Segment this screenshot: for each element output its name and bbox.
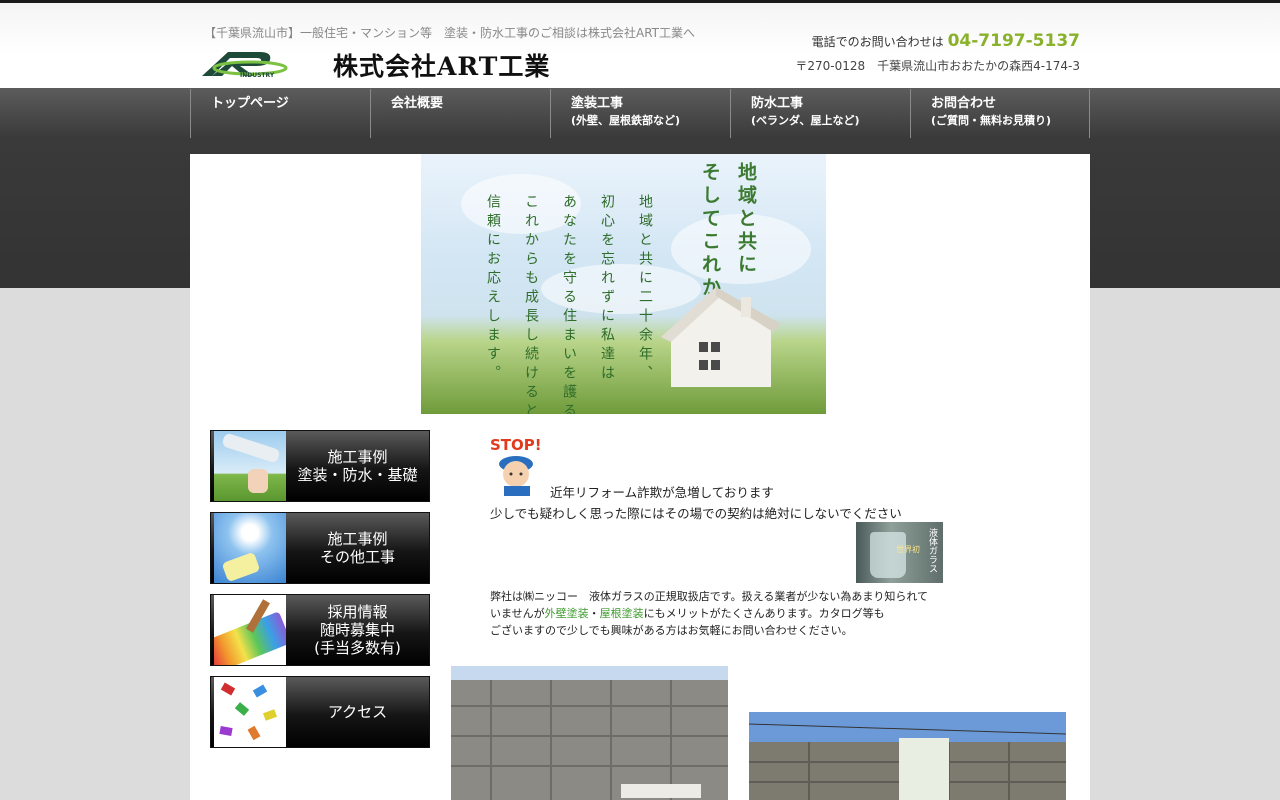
paragraph-line: ございますので少しでも興味がある方はお気軽にお問い合わせください。 (490, 624, 853, 637)
fraud-warning-line1: 近年リフォーム詐欺が急増しております (550, 485, 774, 500)
company-name: 株式会社ART工業 (333, 52, 551, 81)
logo-text: INDUSTRY (240, 72, 275, 79)
nav-item-sub: (外壁、屋根鉄部など) (571, 114, 681, 127)
glass-vertical-text: 液体ガラス (927, 528, 937, 573)
sidebar-item-recruit[interactable]: 採用情報 随時募集中 (手当多数有) (210, 594, 430, 666)
sidebar-item-label: 採用情報 随時募集中 (手当多数有) (314, 603, 401, 657)
paint-roller-sun-icon (214, 513, 286, 583)
nav-item-label: 塗装工事 (571, 96, 624, 111)
nav-item-label: お問合わせ (931, 96, 997, 111)
glass-small-text: 世界初 (896, 545, 920, 554)
paint-roller-sky-icon (214, 431, 286, 501)
nav-item-painting[interactable]: 塗装工事 (外壁、屋根鉄部など) (550, 89, 730, 138)
site-header: 【千葉県流山市】一般住宅・マンション等 塗装・防水工事のご相談は株式会社ART工… (0, 3, 1280, 88)
nav-item-label: 会社概要 (391, 96, 444, 111)
sidebar-item-label: アクセス (327, 703, 388, 721)
company-address: 〒270-0128 千葉県流山市おおたかの森西4-174-3 (795, 59, 1080, 73)
hero-text-line: 初心を忘れずに私達は (599, 194, 615, 384)
hero-text-line: 信頼にお応えします。 (485, 194, 501, 384)
hero-text-line: 地域と共に二十余年、 (637, 194, 653, 384)
nav-item-waterproofing[interactable]: 防水工事 (ベランダ、屋上など) (730, 89, 910, 138)
construction-photo[interactable] (749, 712, 1066, 800)
sidebar-item-access[interactable]: アクセス (210, 676, 430, 748)
nav-item-sub: (ご質問・無料お見積り) (931, 114, 1052, 127)
nav-item-label: トップページ (211, 96, 289, 111)
glass-jar-icon (870, 532, 906, 578)
site-tagline: 【千葉県流山市】一般住宅・マンション等 塗装・防水工事のご相談は株式会社ART工… (204, 26, 696, 40)
phone-label: 電話でのお問い合わせは (811, 35, 944, 49)
sidebar-item-label: 施工事例 その他工事 (319, 530, 395, 566)
stop-text: STOP! (490, 436, 542, 454)
paint-splash-icon (214, 677, 286, 747)
nav-item-top[interactable]: トップページ (190, 89, 370, 138)
liquid-glass-image[interactable]: 液体ガラス 世界初 (856, 522, 943, 583)
phone-number[interactable]: 04-7197-5137 (948, 31, 1080, 51)
hero-heading-line1: 地域と共に (735, 162, 757, 277)
nav-item-company[interactable]: 会社概要 (370, 89, 550, 138)
hero-text-line: あなたを守る住まいを護る為 (561, 194, 577, 414)
hero-text-line: これからも成長し続けると共に (523, 194, 539, 414)
paragraph-separator: ・ (588, 607, 600, 620)
stop-warning-icon: STOP! (490, 436, 542, 496)
nav-item-sub: (ベランダ、屋上など) (751, 114, 860, 127)
hero-banner: 地域と共に そしてこれからも… 地域と共に二十余年、 初心を忘れずに私達は あな… (421, 154, 826, 414)
paragraph-line: 弊社は㈱ニッコー 液体ガラスの正規取扱店です。扱える業者が少ない為あまり知られて (490, 590, 929, 603)
nav-item-label: 防水工事 (751, 96, 804, 111)
fraud-warning-line2: 少しでも疑わしく思った際にはその場での契約は絶対にしないでください (490, 506, 902, 521)
exterior-painting-link[interactable]: 外壁塗装 (545, 607, 589, 620)
roof-painting-link[interactable]: 屋根塗装 (600, 607, 644, 620)
paragraph-text: いませんが (490, 607, 545, 620)
phone-contact: 電話でのお問い合わせは 04-7197-5137 (812, 31, 1080, 51)
house-illustration (661, 287, 781, 387)
company-logo-icon[interactable]: INDUSTRY (200, 46, 290, 80)
paragraph-line: いませんが外壁塗装・屋根塗装にもメリットがたくさんあります。カタログ等も (490, 605, 950, 622)
sidebar-item-works-other[interactable]: 施工事例 その他工事 (210, 512, 430, 584)
paragraph-text: にもメリットがたくさんあります。カタログ等も (643, 607, 885, 620)
construction-photo[interactable] (451, 666, 728, 800)
liquid-glass-paragraph: 弊社は㈱ニッコー 液体ガラスの正規取扱店です。扱える業者が少ない為あまり知られて… (490, 588, 950, 639)
sidebar-item-label: 施工事例 塗装・防水・基礎 (297, 448, 418, 484)
main-content: 地域と共に そしてこれからも… 地域と共に二十余年、 初心を忘れずに私達は あな… (190, 154, 1090, 800)
sidebar-item-works-painting[interactable]: 施工事例 塗装・防水・基礎 (210, 430, 430, 502)
rainbow-roller-icon (214, 595, 286, 665)
main-nav: トップページ 会社概要 塗装工事 (外壁、屋根鉄部など) 防水工事 (ベランダ、… (190, 89, 1090, 138)
nav-item-contact[interactable]: お問合わせ (ご質問・無料お見積り) (910, 89, 1090, 138)
